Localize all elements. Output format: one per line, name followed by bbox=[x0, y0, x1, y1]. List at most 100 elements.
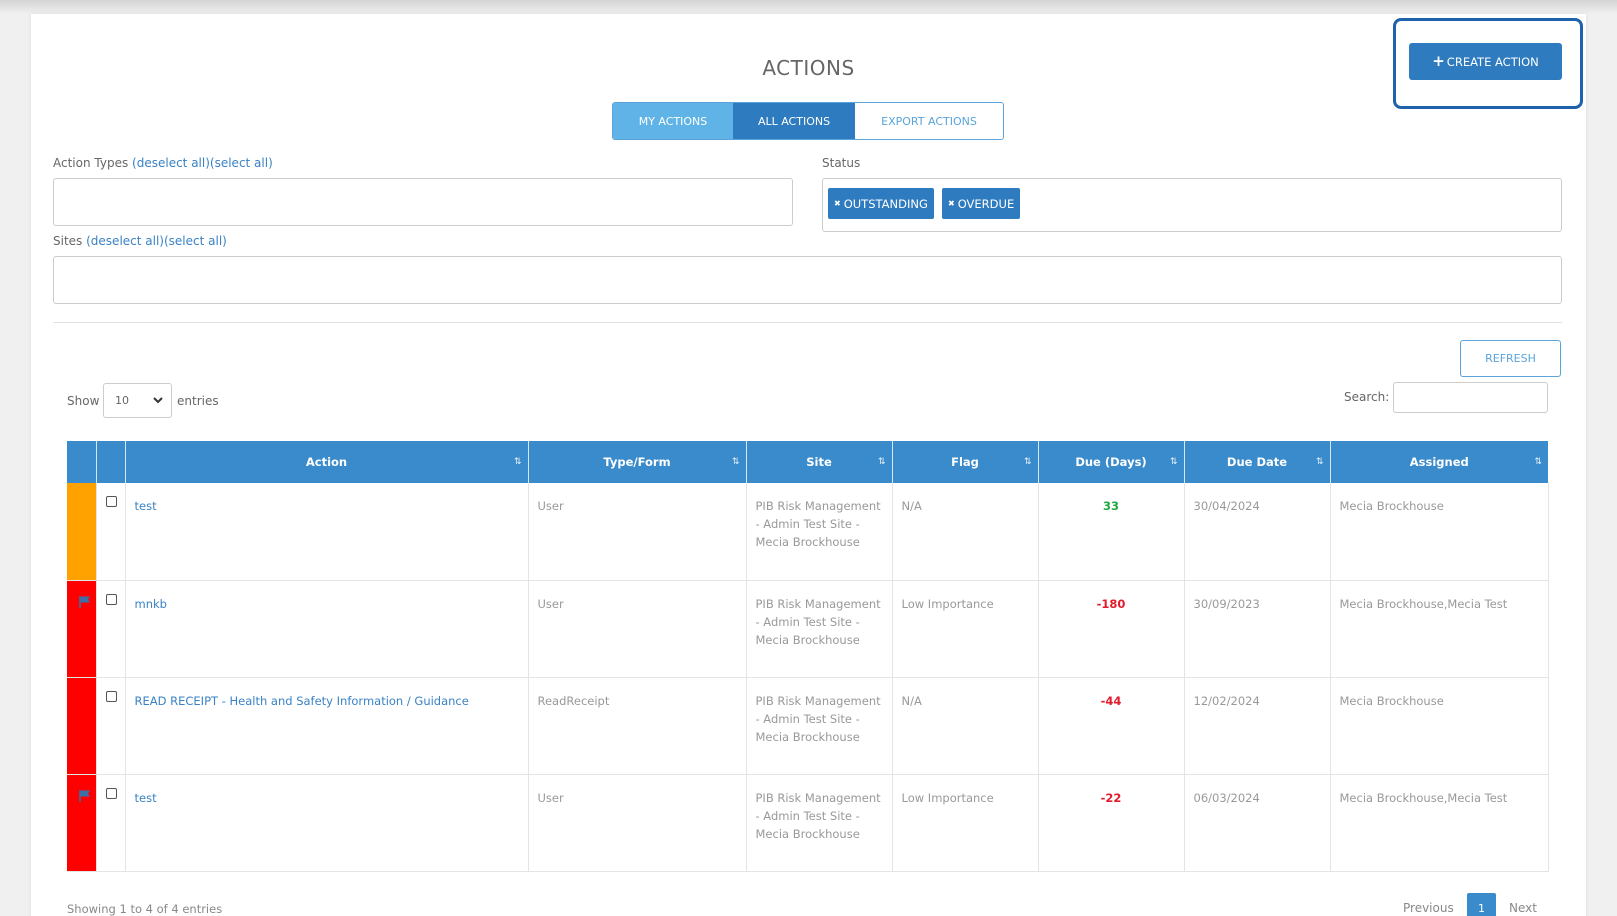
row-checkbox[interactable] bbox=[105, 593, 117, 605]
sort-icon: ⇅ bbox=[1169, 457, 1178, 467]
refresh-button[interactable]: REFRESH bbox=[1460, 340, 1561, 377]
assigned-cell: Mecia Brockhouse,Mecia Test bbox=[1329, 774, 1549, 872]
priority-color-cell bbox=[67, 677, 96, 775]
action-cell: READ RECEIPT - Health and Safety Informa… bbox=[124, 677, 528, 775]
search-label: Search: bbox=[1344, 390, 1390, 404]
header-flag[interactable]: Flag ⇅ bbox=[891, 441, 1038, 483]
header-select bbox=[95, 441, 125, 483]
priority-color-cell bbox=[67, 580, 96, 678]
table-row: test User PIB Risk Management - Admin Test… bbox=[67, 483, 1549, 581]
sort-icon: ⇅ bbox=[1315, 457, 1324, 467]
row-checkbox-cell bbox=[95, 774, 125, 872]
sites-deselect-all-link[interactable]: (deselect all) bbox=[86, 234, 164, 248]
actions-table: Action ⇅ Type/Form ⇅ Site ⇅ Flag ⇅ Due (Days… bbox=[67, 441, 1549, 872]
row-checkbox[interactable] bbox=[105, 496, 117, 507]
site-cell: PIB Risk Management - Admin Test Site - … bbox=[745, 483, 892, 581]
header-due-date[interactable]: Due Date ⇅ bbox=[1183, 441, 1330, 483]
show-label: Show bbox=[67, 394, 100, 408]
due-days-cell: -180 bbox=[1037, 580, 1184, 678]
tab-my-actions[interactable]: MY ACTIONS bbox=[613, 103, 733, 139]
site-cell: PIB Risk Management - Admin Test Site - … bbox=[745, 677, 892, 775]
plus-icon: + bbox=[1432, 52, 1445, 70]
sort-icon: ⇅ bbox=[1534, 457, 1542, 467]
create-action-button[interactable]: + CREATE ACTION bbox=[1409, 43, 1562, 80]
pagination-next[interactable]: Next bbox=[1509, 901, 1537, 915]
type-cell: User bbox=[527, 774, 746, 872]
type-cell: User bbox=[527, 483, 746, 581]
action-link[interactable]: mnkb bbox=[135, 597, 167, 611]
flag-cell: Low Importance bbox=[891, 774, 1038, 872]
action-types-select[interactable] bbox=[53, 178, 793, 226]
header-site[interactable]: Site ⇅ bbox=[745, 441, 892, 483]
tab-export-actions[interactable]: EXPORT ACTIONS bbox=[855, 103, 1003, 139]
sort-icon: ⇅ bbox=[1023, 457, 1032, 467]
row-checkbox-cell bbox=[95, 677, 125, 775]
table-row: mnkb User PIB Risk Management - Admin Test… bbox=[67, 580, 1549, 678]
action-cell: test bbox=[124, 483, 528, 581]
type-cell: ReadReceipt bbox=[527, 677, 746, 775]
assigned-cell: Mecia Brockhouse bbox=[1329, 483, 1549, 581]
sites-label: Sites (deselect all)(select all) bbox=[53, 234, 227, 248]
top-shadow bbox=[0, 0, 1617, 14]
status-chip-overdue: ✖ OVERDUE bbox=[942, 188, 1021, 219]
search-input[interactable] bbox=[1393, 382, 1548, 413]
actions-panel: ACTIONS + CREATE ACTION MY ACTIONS ALL A… bbox=[31, 14, 1586, 916]
header-action[interactable]: Action ⇅ bbox=[124, 441, 528, 483]
flag-cell: Low Importance bbox=[891, 580, 1038, 678]
page-title: ACTIONS bbox=[762, 56, 855, 80]
flag-cell: N/A bbox=[891, 677, 1038, 775]
site-cell: PIB Risk Management - Admin Test Site - … bbox=[745, 774, 892, 872]
action-cell: test bbox=[124, 774, 528, 872]
action-cell: mnkb bbox=[124, 580, 528, 678]
header-due-days[interactable]: Due (Days) ⇅ bbox=[1037, 441, 1184, 483]
table-row: test User PIB Risk Management - Admin Test… bbox=[67, 774, 1549, 872]
row-checkbox[interactable] bbox=[105, 690, 117, 702]
entries-select[interactable]: 10 bbox=[103, 383, 172, 418]
sort-icon: ⇅ bbox=[877, 457, 886, 467]
create-action-label: CREATE ACTION bbox=[1446, 54, 1539, 69]
action-link[interactable]: test bbox=[135, 791, 157, 805]
action-link[interactable]: test bbox=[135, 499, 157, 513]
flag-icon bbox=[79, 789, 90, 802]
table-info: Showing 1 to 4 of 4 entries bbox=[67, 902, 223, 916]
table-row: READ RECEIPT - Health and Safety Informa… bbox=[67, 677, 1549, 775]
entries-label: entries bbox=[177, 394, 219, 408]
due-days-cell: 33 bbox=[1037, 483, 1184, 581]
divider bbox=[53, 322, 1562, 323]
entries-select-value: 10 bbox=[115, 394, 129, 407]
site-cell: PIB Risk Management - Admin Test Site - … bbox=[745, 580, 892, 678]
action-tabs: MY ACTIONS ALL ACTIONS EXPORT ACTIONS bbox=[612, 102, 1004, 140]
status-select[interactable]: ✖ OUTSTANDING ✖ OVERDUE bbox=[822, 178, 1562, 232]
pagination-previous[interactable]: Previous bbox=[1403, 901, 1454, 915]
tab-all-actions[interactable]: ALL ACTIONS bbox=[733, 103, 855, 139]
remove-chip-icon[interactable]: ✖ bbox=[834, 199, 841, 208]
action-types-select-all-link[interactable]: (select all) bbox=[210, 156, 273, 170]
flag-cell: N/A bbox=[891, 483, 1038, 581]
sort-icon: ⇅ bbox=[513, 457, 522, 467]
type-cell: User bbox=[527, 580, 746, 678]
due-date-cell: 30/09/2023 bbox=[1183, 580, 1330, 678]
priority-color-cell bbox=[67, 774, 96, 872]
remove-chip-icon[interactable]: ✖ bbox=[948, 199, 955, 208]
pagination-page-1[interactable]: 1 bbox=[1467, 893, 1496, 916]
action-types-deselect-all-link[interactable]: (deselect all) bbox=[132, 156, 210, 170]
chevron-down-icon bbox=[153, 397, 163, 404]
assigned-cell: Mecia Brockhouse,Mecia Test bbox=[1329, 580, 1549, 678]
header-type-form[interactable]: Type/Form ⇅ bbox=[527, 441, 746, 483]
header-assigned[interactable]: Assigned ⇅ bbox=[1329, 441, 1548, 483]
sites-select-all-link[interactable]: (select all) bbox=[164, 234, 227, 248]
table-body: test User PIB Risk Management - Admin Test… bbox=[67, 483, 1549, 872]
sort-icon: ⇅ bbox=[731, 457, 740, 467]
flag-icon bbox=[79, 595, 90, 608]
action-link[interactable]: READ RECEIPT - Health and Safety Informa… bbox=[135, 694, 469, 708]
table-header-row: Action ⇅ Type/Form ⇅ Site ⇅ Flag ⇅ Due (Days… bbox=[67, 441, 1548, 483]
status-label: Status bbox=[822, 156, 861, 170]
sites-select[interactable] bbox=[53, 256, 1562, 304]
due-days-cell: -44 bbox=[1037, 677, 1184, 775]
row-checkbox[interactable] bbox=[105, 787, 117, 799]
assigned-cell: Mecia Brockhouse bbox=[1329, 677, 1549, 775]
header-color bbox=[67, 441, 96, 483]
row-checkbox-cell bbox=[95, 580, 125, 678]
action-types-label: Action Types (deselect all)(select all) bbox=[53, 156, 273, 170]
due-days-cell: -22 bbox=[1037, 774, 1184, 872]
